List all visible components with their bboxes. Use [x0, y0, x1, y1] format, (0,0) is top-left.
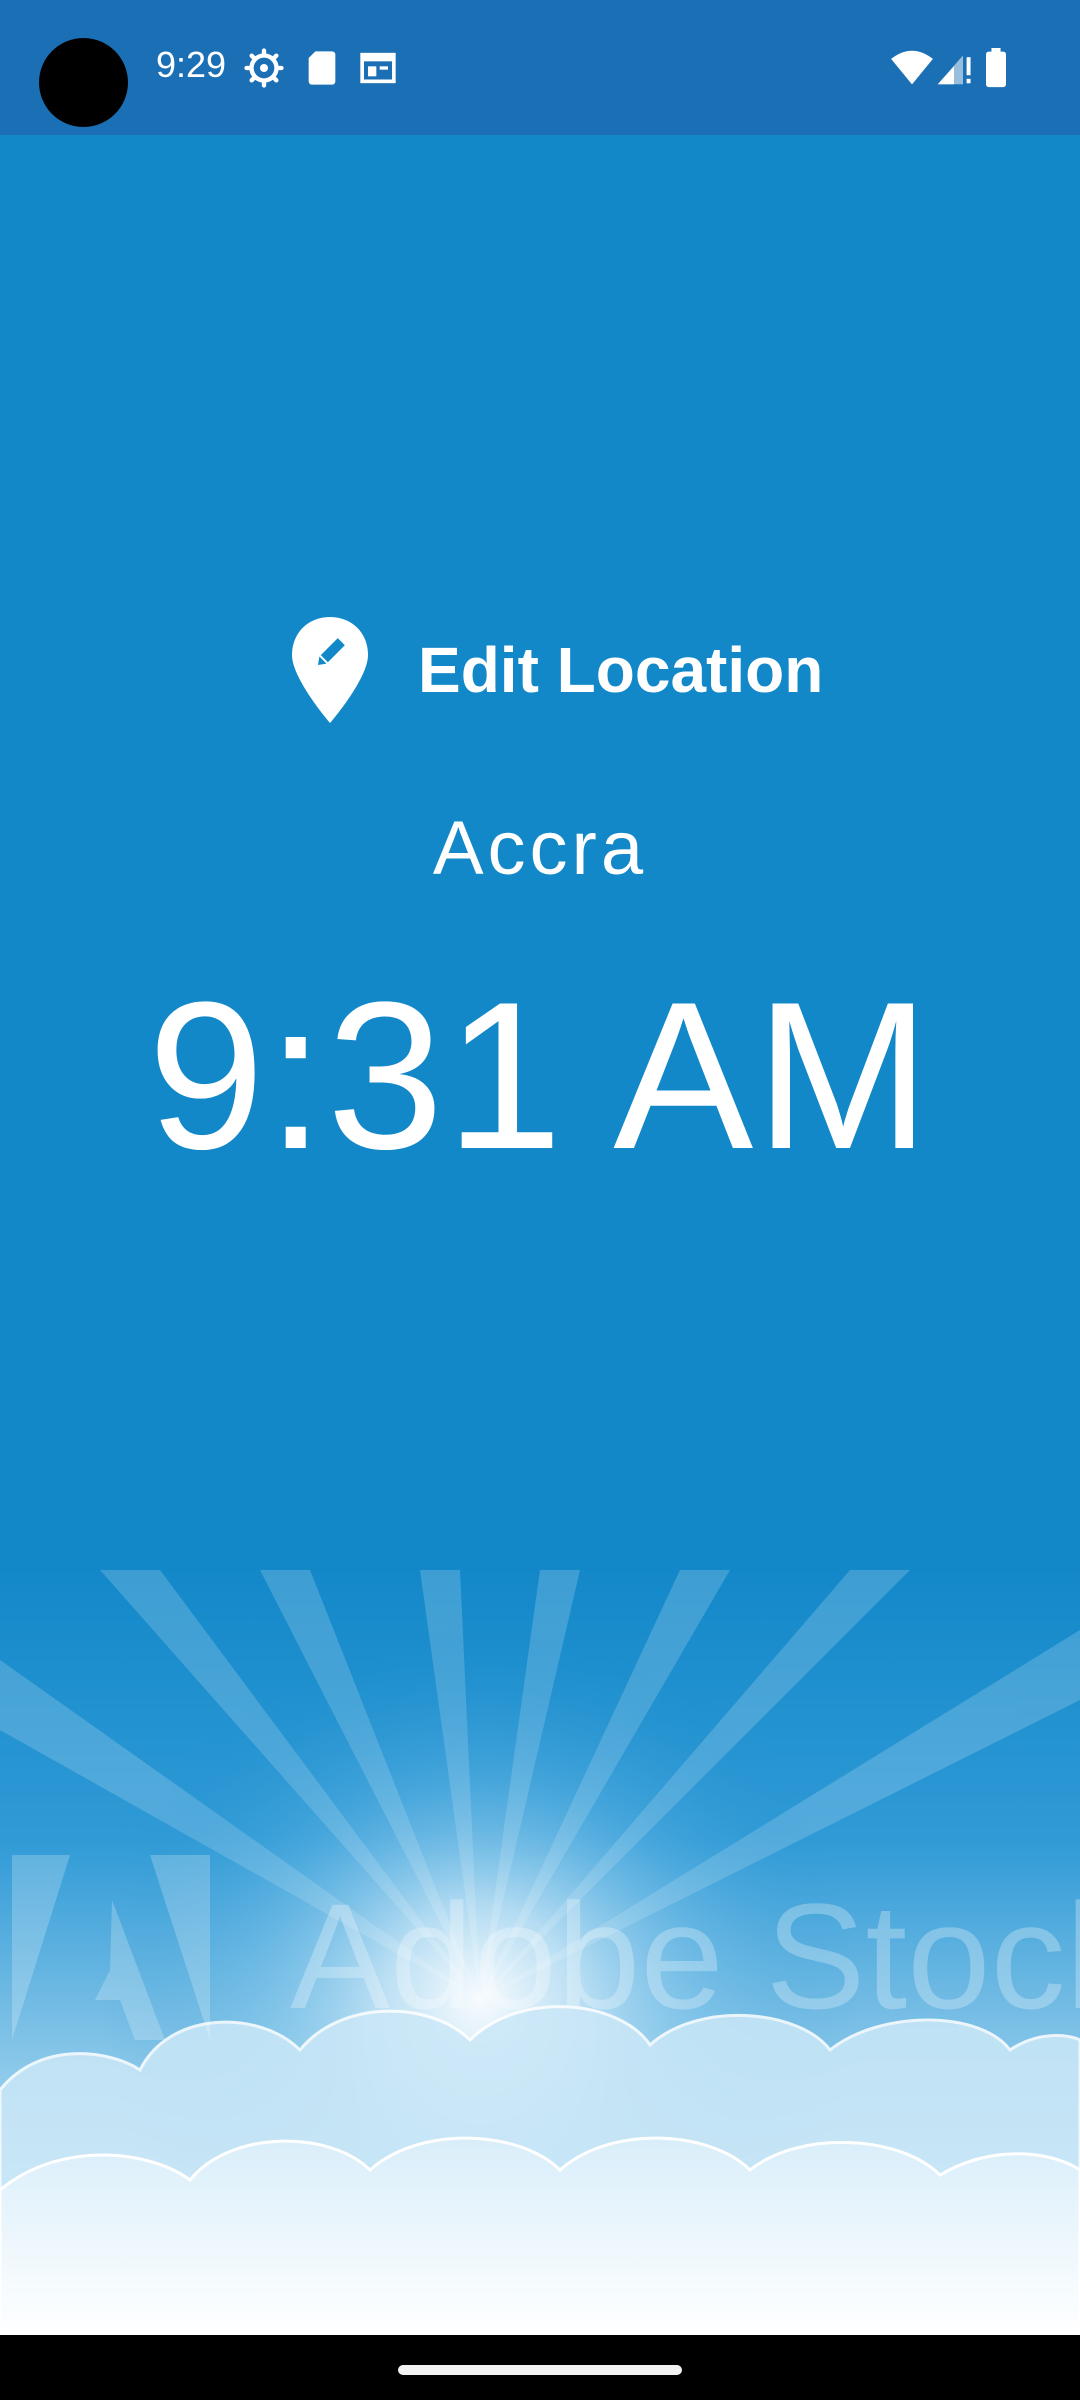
city-name: Accra [432, 806, 648, 891]
settings-gear-icon [244, 48, 284, 88]
home-gesture-handle[interactable] [398, 2365, 682, 2375]
watermark-text: Adobe Stock [290, 1872, 1080, 2040]
status-bar: 9:29 [0, 0, 1080, 135]
wifi-icon [891, 50, 933, 85]
battery-icon [986, 48, 1006, 88]
edit-location-label: Edit Location [418, 634, 824, 706]
status-time: 9:29 [156, 44, 227, 85]
signal-icon [937, 55, 971, 85]
clock-time: 9:31 AM [147, 958, 933, 1193]
calendar-icon [360, 52, 396, 84]
camera-cutout [39, 38, 128, 127]
navigation-bar [0, 2335, 1080, 2400]
map-pin-edit-icon [292, 617, 368, 723]
edit-location-button[interactable]: Edit Location [290, 615, 823, 725]
sd-card-icon [308, 51, 336, 85]
